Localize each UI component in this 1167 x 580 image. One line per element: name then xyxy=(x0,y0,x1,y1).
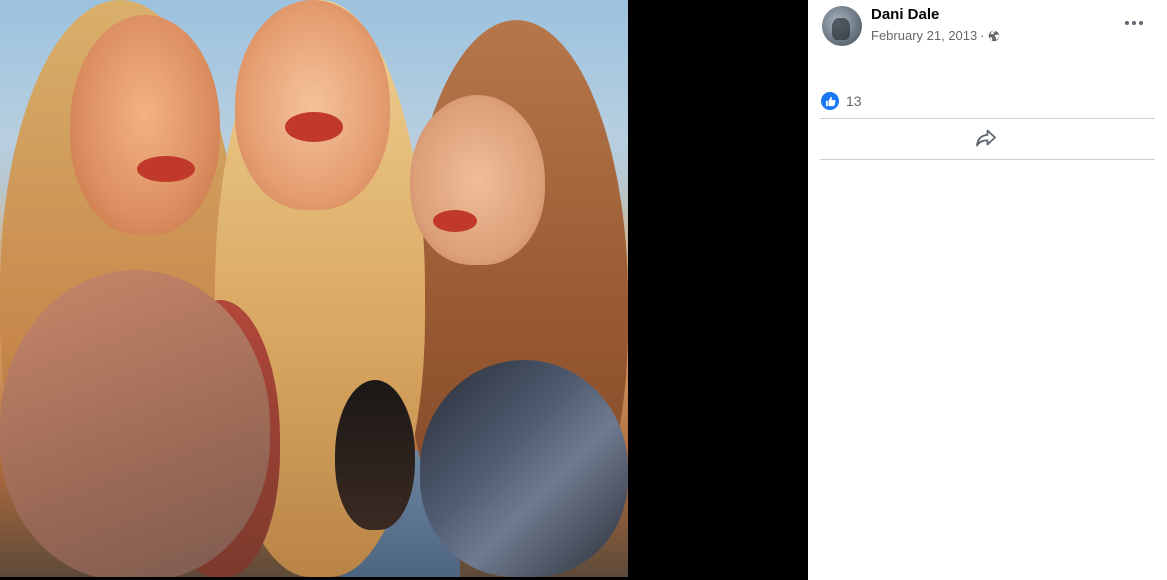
reaction-summary[interactable]: 13 xyxy=(821,92,862,110)
share-button[interactable] xyxy=(968,127,1004,153)
share-icon xyxy=(975,128,997,153)
person-1-face xyxy=(70,15,220,235)
person-2-clothing xyxy=(335,380,415,530)
more-dot xyxy=(1139,21,1143,25)
post-photo[interactable] xyxy=(0,0,628,577)
divider-bottom xyxy=(820,159,1155,160)
more-dot xyxy=(1132,21,1136,25)
author-name[interactable]: Dani Dale xyxy=(871,6,939,23)
author-avatar[interactable] xyxy=(822,6,862,46)
photo-viewer xyxy=(0,0,808,580)
person-2-lips xyxy=(285,112,343,142)
person-1-lips xyxy=(137,156,195,182)
person-3-lips xyxy=(433,210,477,232)
like-count: 13 xyxy=(846,93,862,109)
post-date[interactable]: February 21, 2013 xyxy=(871,28,977,43)
post-meta: February 21, 2013 · xyxy=(871,28,1000,43)
person-3-clothing xyxy=(420,360,628,577)
person-1-arm xyxy=(0,270,270,577)
meta-separator: · xyxy=(980,28,985,43)
divider-top xyxy=(820,118,1155,119)
post-sidebar: Dani Dale February 21, 2013 · 13 xyxy=(808,0,1167,580)
more-dot xyxy=(1125,21,1129,25)
globe-icon[interactable] xyxy=(988,30,1000,42)
like-icon xyxy=(821,92,839,110)
person-2-face xyxy=(235,0,390,210)
person-3-face xyxy=(410,95,545,265)
more-options-icon[interactable] xyxy=(1122,13,1146,33)
